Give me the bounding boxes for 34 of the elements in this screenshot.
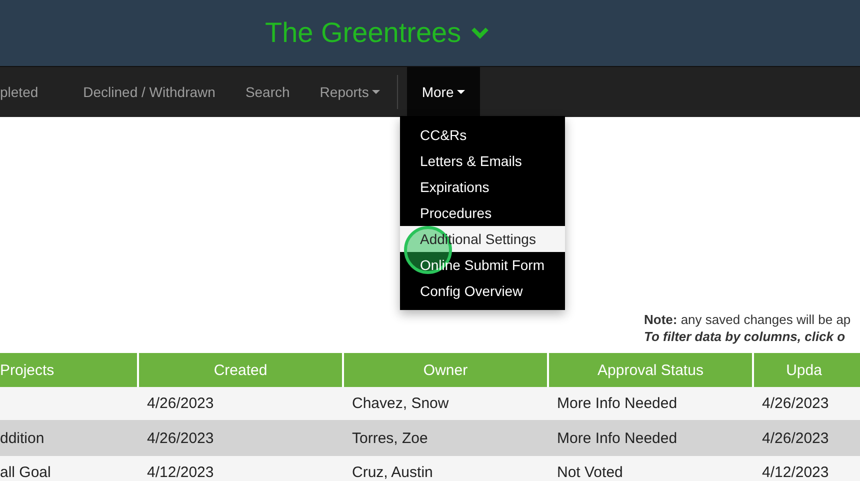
note-text: Note: any saved changes will be ap — [644, 311, 852, 328]
nav-link[interactable]: Declined / Withdrawn — [68, 67, 230, 117]
table-cell: More Info Needed — [557, 430, 678, 446]
menu-item[interactable]: Letters & Emails — [400, 148, 565, 174]
table-cell: Not Voted — [557, 464, 623, 481]
table-row[interactable]: 4/26/2023 Chavez, Snow More Info Needed 4/26/2023 — [0, 387, 860, 420]
table-cell: all Goal — [0, 464, 51, 481]
table-row[interactable]: ddition 4/26/2023 Torres, Zoe More Info Needed 4/26/2023 — [0, 420, 860, 456]
nav-link[interactable]: Search — [230, 67, 305, 117]
table-cell: Chavez, Snow — [352, 395, 449, 412]
table-cell: Torres, Zoe — [352, 430, 428, 446]
menu-item[interactable]: Online Submit Form — [400, 252, 565, 278]
table-cell: 4/26/2023 — [147, 430, 214, 446]
table-cell: 4/26/2023 — [762, 430, 829, 446]
table-cell: 4/12/2023 — [762, 464, 829, 481]
chevron-down-icon[interactable] — [471, 27, 490, 39]
nav-link[interactable]: More — [406, 67, 480, 117]
caret-icon — [456, 90, 465, 94]
caret-icon — [372, 90, 380, 94]
table-cell: Cruz, Austin — [352, 464, 433, 481]
nav-link[interactable]: Reports — [304, 67, 395, 117]
menu-item[interactable]: Expirations — [400, 174, 565, 200]
table-cell: ddition — [0, 430, 44, 446]
table-cell: 4/26/2023 — [147, 395, 214, 412]
menu-item[interactable]: CC&Rs — [400, 122, 565, 148]
nav-link[interactable]: pleted — [0, 67, 54, 117]
site-title[interactable]: The Greentrees — [265, 17, 462, 49]
table-cell: 4/12/2023 — [147, 464, 214, 481]
table-cell: 4/26/2023 — [762, 395, 829, 412]
menu-item[interactable]: Config Overview — [400, 278, 565, 304]
menu-item[interactable]: Procedures — [400, 200, 565, 226]
table-cell: More Info Needed — [557, 395, 678, 412]
table-row[interactable]: all Goal 4/12/2023 Cruz, Austin Not Voted 4/12/2023 — [0, 456, 860, 481]
note-text: To filter data by columns, click o — [644, 328, 846, 345]
